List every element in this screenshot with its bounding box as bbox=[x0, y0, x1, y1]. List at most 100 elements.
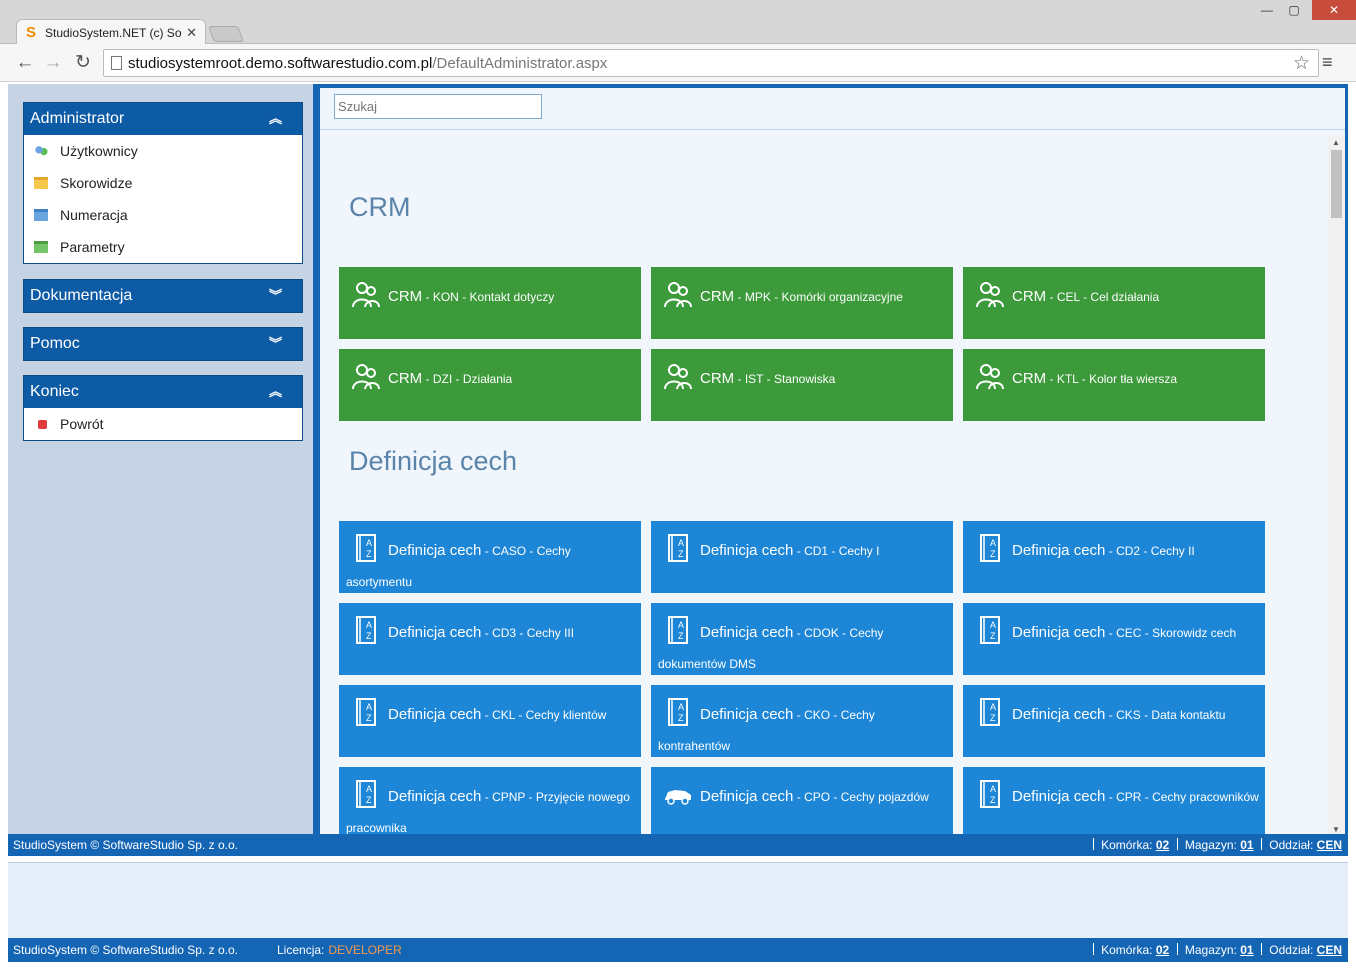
tile-label: Definicja cech - CPNP - Przyjęcie nowego… bbox=[346, 788, 630, 834]
bottom-status-context: Komórka: 02 Magazyn: 01 Oddział: CEN bbox=[1089, 938, 1342, 962]
tile-cd2[interactable]: A Z Definicja cech - CD2 - Cechy II bbox=[963, 521, 1265, 593]
url-text: studiosystemroot.demo.softwarestudio.com… bbox=[128, 55, 608, 72]
tile-cpr[interactable]: A Z Definicja cech - CPR - Cechy pracownik… bbox=[963, 767, 1265, 834]
oddzial-label: Oddział: bbox=[1269, 838, 1314, 852]
sidebar: Administrator ︽ Użytkownicy Skorowidze N… bbox=[8, 84, 313, 834]
search-input[interactable] bbox=[334, 94, 542, 119]
panel-header-koniec[interactable]: Koniec ︽ bbox=[24, 376, 302, 408]
collapse-chevron-up-icon[interactable]: ︽ bbox=[269, 376, 282, 408]
users-icon bbox=[34, 145, 48, 157]
magazyn-label: Magazyn: bbox=[1184, 838, 1237, 852]
sidebar-item-uzytkownicy[interactable]: Użytkownicy bbox=[24, 135, 302, 167]
sidebar-item-label: Skorowidze bbox=[60, 175, 133, 191]
tile-kon[interactable]: CRM - KON - Kontakt dotyczy bbox=[339, 267, 641, 339]
panel-header-administrator[interactable]: Administrator ︽ bbox=[24, 103, 302, 135]
status-context: Komórka: 02 Magazyn: 01 Oddział: CEN bbox=[1089, 834, 1342, 856]
tile-cd3[interactable]: A Z Definicja cech - CD3 - Cechy III bbox=[339, 603, 641, 675]
stop-icon bbox=[38, 420, 47, 429]
scroll-up-arrow-icon[interactable]: ▲ bbox=[1332, 138, 1340, 147]
tile-label: CRM - DZI - Działania bbox=[388, 370, 513, 387]
tile-cko[interactable]: A Z Definicja cech - CKO - Cechy kontrahen… bbox=[651, 685, 953, 757]
sidebar-item-label: Powrót bbox=[60, 416, 104, 432]
panel-administrator: Administrator ︽ Użytkownicy Skorowidze N… bbox=[23, 102, 303, 264]
folder-green-icon bbox=[34, 241, 48, 253]
tile-cpnp[interactable]: A Z Definicja cech - CPNP - Przyjęcie nowe… bbox=[339, 767, 641, 834]
license-value: DEVELOPER bbox=[328, 943, 402, 957]
tile-cks[interactable]: A Z Definicja cech - CKS - Data kontaktu bbox=[963, 685, 1265, 757]
address-bar[interactable]: studiosystemroot.demo.softwarestudio.com… bbox=[103, 49, 1319, 77]
collapse-chevron-up-icon[interactable]: ︽ bbox=[269, 103, 282, 135]
tile-label: Definicja cech - CPO - Cechy pojazdów bbox=[700, 788, 929, 805]
tile-label: CRM - IST - Stanowiska bbox=[700, 370, 836, 387]
sidebar-item-numeracja[interactable]: Numeracja bbox=[24, 199, 302, 231]
page-icon bbox=[111, 56, 122, 70]
tile-label: Definicja cech - CASO - Cechy asortyment… bbox=[346, 542, 571, 589]
tab-close-icon[interactable]: ✕ bbox=[186, 25, 197, 41]
tile-label: Definicja cech - CKL - Cechy klientów bbox=[388, 706, 607, 723]
app-frame: Administrator ︽ Użytkownicy Skorowidze N… bbox=[8, 84, 1348, 856]
panel-koniec: Koniec ︽ Powrót bbox=[23, 375, 303, 441]
magazyn-link[interactable]: 01 bbox=[1240, 943, 1253, 957]
window-close-icon[interactable]: ✕ bbox=[1312, 0, 1356, 20]
tile-ckl[interactable]: A Z Definicja cech - CKL - Cechy klientów bbox=[339, 685, 641, 757]
panel-dokumentacja: Dokumentacja ︾ bbox=[23, 279, 303, 313]
back-arrow-icon[interactable]: ← bbox=[14, 52, 36, 74]
status-bar: StudioSystem © SoftwareStudio Sp. z o.o.… bbox=[8, 834, 1348, 856]
search-bar bbox=[320, 88, 1345, 130]
komorka-link[interactable]: 02 bbox=[1156, 838, 1169, 852]
status-copyright: StudioSystem © SoftwareStudio Sp. z o.o. bbox=[13, 838, 238, 852]
panel-header-pomoc[interactable]: Pomoc ︾ bbox=[24, 328, 302, 360]
panel-title: Dokumentacja bbox=[30, 287, 133, 304]
bookmark-star-icon[interactable]: ☆ bbox=[1293, 52, 1310, 75]
sidebar-item-parametry[interactable]: Parametry bbox=[24, 231, 302, 263]
tile-label: Definicja cech - CPR - Cechy pracowników bbox=[1012, 788, 1259, 805]
maximize-icon[interactable]: ▢ bbox=[1281, 0, 1307, 20]
browser-menu-icon[interactable]: ≡ bbox=[1322, 52, 1333, 73]
tile-label: Definicja cech - CEC - Skorowidz cech bbox=[1012, 624, 1237, 641]
komorka-link[interactable]: 02 bbox=[1156, 943, 1169, 957]
scrollbar-thumb[interactable] bbox=[1331, 150, 1342, 218]
scroll-down-arrow-icon[interactable]: ▼ bbox=[1332, 825, 1340, 834]
tile-cd1[interactable]: A Z Definicja cech - CD1 - Cechy I bbox=[651, 521, 953, 593]
oddzial-link[interactable]: CEN bbox=[1317, 838, 1342, 852]
oddzial-link[interactable]: CEN bbox=[1317, 943, 1342, 957]
browser-titlebar: S StudioSystem.NET (c) Soft ✕ — ▢ ✕ bbox=[0, 0, 1356, 45]
new-tab-button[interactable] bbox=[208, 26, 244, 42]
tile-dzi[interactable]: CRM - DZI - Działania bbox=[339, 349, 641, 421]
reload-icon[interactable]: ↻ bbox=[72, 52, 94, 74]
tile-ist[interactable]: CRM - IST - Stanowiska bbox=[651, 349, 953, 421]
sidebar-item-label: Parametry bbox=[60, 239, 125, 255]
vertical-scrollbar[interactable]: ▲ ▼ bbox=[1328, 136, 1345, 834]
browser-tab[interactable]: S StudioSystem.NET (c) Soft ✕ bbox=[16, 19, 206, 45]
tile-cec[interactable]: A Z Definicja cech - CEC - Skorowidz cech bbox=[963, 603, 1265, 675]
tile-label: CRM - CEL - Cel działania bbox=[1012, 288, 1160, 305]
section-title-crm: CRM bbox=[349, 192, 411, 222]
expand-chevron-down-icon[interactable]: ︾ bbox=[269, 280, 282, 312]
sidebar-item-powrot[interactable]: Powrót bbox=[24, 408, 302, 440]
browser-toolbar: ← → ↻ studiosystemroot.demo.softwarestud… bbox=[0, 44, 1356, 82]
magazyn-link[interactable]: 01 bbox=[1240, 838, 1253, 852]
tile-caso[interactable]: A Z Definicja cech - CASO - Cechy asortyme… bbox=[339, 521, 641, 593]
forward-arrow-icon[interactable]: → bbox=[42, 52, 64, 74]
oddzial-label: Oddział: bbox=[1269, 943, 1314, 957]
tile-label: Definicja cech - CKS - Data kontaktu bbox=[1012, 706, 1226, 723]
folder-yellow-icon bbox=[34, 177, 48, 189]
tile-mpk[interactable]: CRM - MPK - Komórki organizacyjne bbox=[651, 267, 953, 339]
expand-chevron-down-icon[interactable]: ︾ bbox=[269, 328, 282, 360]
tile-label: Definicja cech - CD2 - Cechy II bbox=[1012, 542, 1195, 559]
tile-cel[interactable]: CRM - CEL - Cel działania bbox=[963, 267, 1265, 339]
panel-pomoc: Pomoc ︾ bbox=[23, 327, 303, 361]
panel-header-dokumentacja[interactable]: Dokumentacja ︾ bbox=[24, 280, 302, 312]
tile-cpo[interactable]: Definicja cech - CPO - Cechy pojazdów bbox=[651, 767, 953, 834]
tile-label: CRM - KTL - Kolor tła wiersza bbox=[1012, 370, 1178, 387]
tile-label: Definicja cech - CD3 - Cechy III bbox=[388, 624, 575, 641]
tile-label: CRM - KON - Kontakt dotyczy bbox=[388, 288, 555, 305]
tile-ktl[interactable]: CRM - KTL - Kolor tła wiersza bbox=[963, 349, 1265, 421]
section-title-definicja-cech: Definicja cech bbox=[349, 446, 518, 476]
sidebar-item-skorowidze[interactable]: Skorowidze bbox=[24, 167, 302, 199]
license-info: Licencja: DEVELOPER bbox=[277, 943, 402, 957]
minimize-icon[interactable]: — bbox=[1254, 0, 1280, 20]
bottom-panel bbox=[8, 862, 1348, 938]
main-content: CRM CRM - KON - Kontakt dotyczy CRM - MPK… bbox=[320, 88, 1345, 834]
tile-cdok[interactable]: A Z Definicja cech - CDOK - Cechy dokument… bbox=[651, 603, 953, 675]
